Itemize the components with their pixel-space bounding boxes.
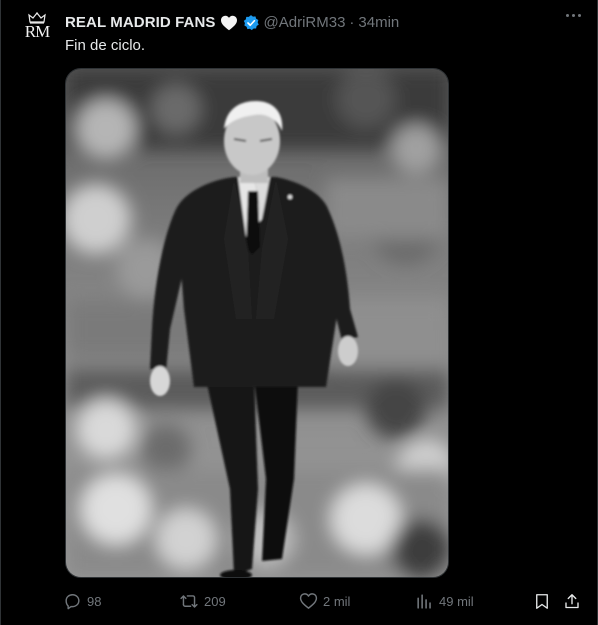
share-button[interactable] [563, 592, 581, 611]
tweet-actions: 98 209 2 mil 49 mil [63, 592, 589, 612]
views-button[interactable]: 49 mil [415, 592, 474, 611]
like-button[interactable]: 2 mil [299, 592, 350, 610]
tweet-text: Fin de ciclo. [65, 37, 146, 54]
bookmark-icon [536, 594, 548, 609]
reply-count: 98 [87, 594, 102, 609]
photo-man-walking [66, 69, 448, 577]
like-heart-icon [299, 593, 318, 609]
avatar[interactable]: RM [17, 12, 57, 52]
tweet-time[interactable]: 34min [358, 13, 399, 33]
tweet-photo[interactable] [65, 68, 449, 578]
author-name[interactable]: REAL MADRID FANS [65, 13, 216, 33]
like-count: 2 mil [323, 593, 351, 609]
bookmark-button[interactable] [533, 592, 551, 611]
reply-icon [65, 594, 80, 610]
verified-badge-icon[interactable] [242, 14, 260, 32]
views-count: 49 mil [439, 594, 474, 609]
tweet-card[interactable]: RM REAL MADRID FANS @AdriRM33 · 34min Fi… [0, 0, 598, 625]
author-handle[interactable]: @AdriRM33 [264, 13, 346, 33]
avatar-monogram: RM [24, 22, 50, 41]
share-icon [565, 594, 579, 609]
separator-dot: · [349, 14, 355, 31]
repost-icon [180, 595, 198, 608]
tweet-header: REAL MADRID FANS @AdriRM33 · 34min [65, 13, 549, 33]
reply-button[interactable]: 98 [63, 592, 101, 611]
white-heart-icon [220, 15, 238, 31]
views-chart-icon [417, 594, 431, 609]
more-options-icon[interactable] [566, 14, 581, 17]
repost-count: 209 [204, 594, 226, 609]
repost-button[interactable]: 209 [179, 592, 226, 611]
